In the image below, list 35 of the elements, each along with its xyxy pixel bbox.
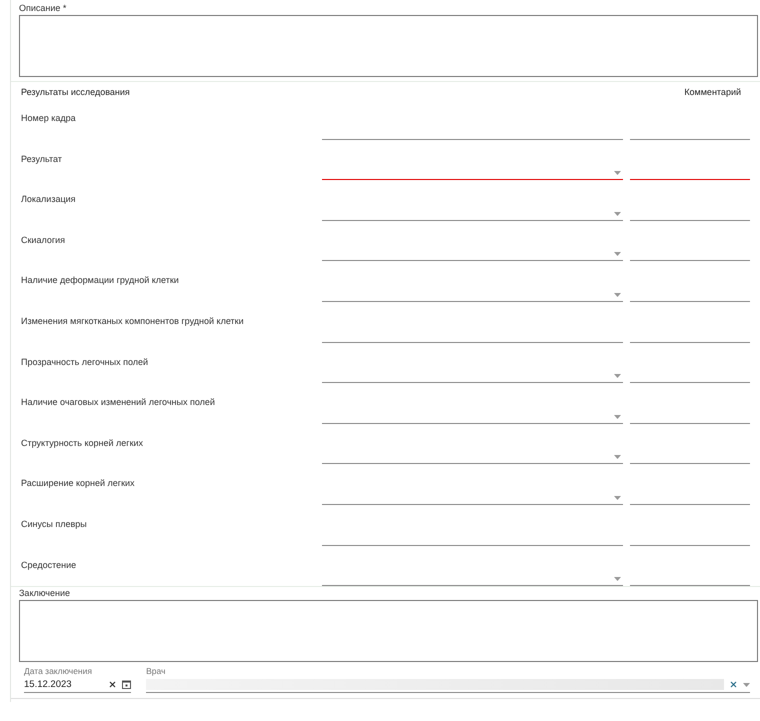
field-label: Наличие деформации грудной клетки: [20, 275, 180, 286]
field-label: Структурность корней легких: [20, 438, 144, 448]
column-header: Комментарий: [684, 86, 741, 96]
caret-icon: [614, 414, 621, 419]
caret-icon: [614, 374, 621, 378]
doctor-dropdown-field[interactable]: [146, 677, 750, 694]
caret-icon: [614, 577, 621, 582]
clear-icon[interactable]: [109, 681, 116, 688]
field-label: Локализация: [20, 194, 77, 204]
calendar-icon[interactable]: [122, 680, 132, 690]
field-label: Прозрачность легочных полей: [20, 356, 150, 367]
caret-icon: [614, 171, 621, 176]
section-title: Результаты исследования: [20, 86, 130, 96]
field-label: Синусы плевры: [20, 518, 88, 529]
field-label: Расширение корней легких: [20, 478, 136, 488]
caret-icon: [614, 455, 621, 460]
field-label: Врач: [146, 666, 166, 678]
conclusion-field[interactable]: [19, 600, 758, 662]
caret-icon: [614, 212, 621, 216]
date-field[interactable]: 15.12.2023: [24, 677, 132, 694]
field-label: Результат: [20, 154, 63, 164]
caret-icon: [614, 292, 621, 297]
field-label: Скиалогия: [20, 234, 66, 245]
caret-icon: [743, 682, 750, 687]
caret-icon: [614, 252, 621, 256]
field-label: Описание *: [19, 2, 68, 14]
caret-icon: [614, 496, 621, 500]
field-label: Средостение: [20, 560, 78, 570]
description-field[interactable]: [19, 15, 758, 77]
field-label: Наличие очаговых изменений легочных полей: [20, 397, 216, 408]
field-label: Номер кадра: [20, 113, 77, 123]
field-label: Заключение: [19, 587, 71, 600]
field-label: Дата заключения: [24, 666, 93, 678]
clear-icon[interactable]: [730, 681, 737, 688]
field-label: Изменения мягкотканых компонентов грудной клетки: [20, 316, 245, 326]
